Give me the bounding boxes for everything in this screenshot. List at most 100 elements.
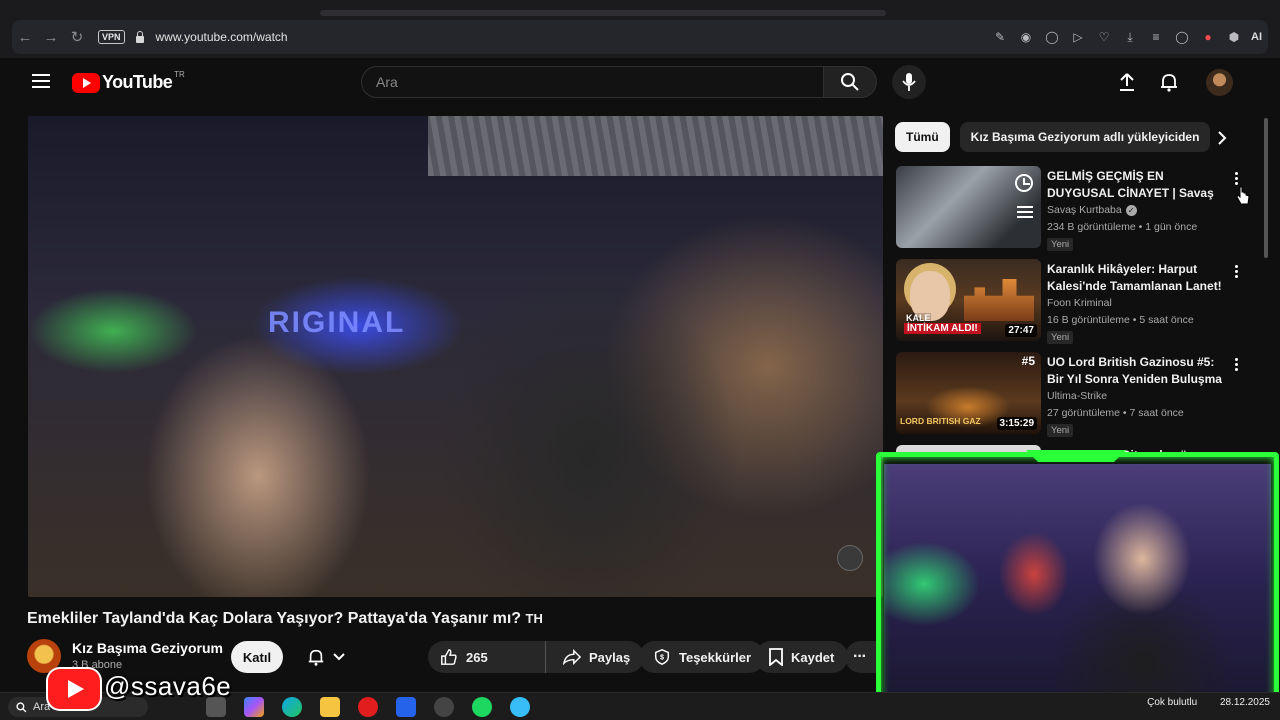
watch-later-icon[interactable] — [1015, 174, 1033, 192]
ai-button[interactable]: AI — [1251, 31, 1262, 43]
thanks-label: Teşekkürler — [679, 649, 752, 665]
folder-icon[interactable] — [320, 697, 340, 717]
recommendation-item[interactable]: KALE İNTİKAM ALDI! 27:47 Karanlık Hikâye… — [896, 259, 1256, 345]
recommendation-title[interactable]: GELMİŞ GEÇMİŞ EN DUYGUSAL CİNAYET | Sava… — [1047, 168, 1225, 202]
copilot-icon[interactable] — [244, 697, 264, 717]
save-button[interactable]: Kaydet — [755, 641, 849, 673]
recommendation-channel[interactable]: Ultima-Strike — [1047, 390, 1107, 402]
upload-button[interactable] — [1115, 70, 1139, 94]
thumbnail-text: KALE — [906, 313, 931, 323]
recommendation-title[interactable]: Karanlık Hikâyeler: Harput Kalesi'nde Ta… — [1047, 261, 1225, 295]
video-thumbnail[interactable]: #5 LORD BRITISH GAZ 3:15:29 — [896, 352, 1041, 434]
chips-next-button[interactable] — [1210, 126, 1234, 150]
chip-from-uploader[interactable]: Kız Başıma Geziyorum adlı yükleyiciden — [959, 122, 1211, 152]
filter-chips: Tümü Kız Başıma Geziyorum adlı yükleyici… — [895, 122, 1211, 152]
search-button[interactable] — [823, 66, 877, 98]
bell-icon — [308, 649, 324, 666]
address-bar[interactable]: ← → ↻ VPN www.youtube.com/watch ✎ ◉ ◯ ▷ … — [12, 20, 1268, 54]
share-button[interactable]: Paylaş — [549, 641, 645, 673]
more-options-icon[interactable] — [1229, 354, 1243, 374]
video-title: Emekliler Tayland'da Kaç Dolara Yaşıyor?… — [27, 610, 543, 628]
video-thumbnail[interactable]: KALE İNTİKAM ALDI! 27:47 — [896, 259, 1041, 341]
upload-icon — [1120, 73, 1134, 91]
voice-search-button[interactable] — [892, 65, 926, 99]
channel-name[interactable]: Kız Başıma Geziyorum — [72, 640, 223, 656]
recommendation-meta: 16 B görüntüleme • 5 saat önce — [1047, 314, 1194, 326]
edit-icon[interactable]: ✎ — [991, 28, 1009, 46]
search-bar[interactable] — [361, 66, 824, 98]
thumbnail-text: İNTİKAM ALDI! — [904, 323, 981, 334]
openai-icon[interactable] — [434, 697, 454, 717]
thumbnail-castle — [964, 279, 1034, 321]
profile-icon[interactable]: ◯ — [1173, 28, 1191, 46]
edge-icon[interactable] — [282, 697, 302, 717]
new-badge: Yeni — [1047, 424, 1074, 437]
youtube-play-icon — [72, 72, 100, 93]
network-app-icon[interactable] — [510, 697, 530, 717]
like-button[interactable]: 265 — [428, 641, 547, 673]
webcam-frame — [876, 452, 1279, 709]
duration-badge: 3:15:29 — [996, 417, 1037, 430]
add-to-queue-icon[interactable] — [1017, 206, 1033, 218]
recommendation-channel[interactable]: Foon Kriminal — [1047, 297, 1112, 309]
lock-icon[interactable] — [135, 31, 145, 43]
cube-icon[interactable]: ⬢ — [1225, 28, 1243, 46]
new-badge: Yeni — [1047, 331, 1074, 344]
video-thumbnail[interactable] — [896, 166, 1041, 248]
shield-icon[interactable]: ◯ — [1043, 28, 1061, 46]
account-avatar[interactable] — [1206, 69, 1233, 96]
spotify-icon[interactable] — [472, 697, 492, 717]
hamburger-menu-icon[interactable] — [32, 74, 50, 88]
camera-icon[interactable]: ◉ — [1017, 28, 1035, 46]
page-scrollbar[interactable] — [1264, 118, 1268, 258]
mail-icon[interactable] — [396, 697, 416, 717]
subscribe-notifications-button[interactable] — [293, 641, 359, 673]
more-actions-button[interactable]: ··· — [845, 641, 877, 673]
recommendation-meta: 27 görüntüleme • 7 saat önce — [1047, 407, 1184, 419]
webcam-frame-tab — [1026, 450, 1126, 462]
more-options-icon[interactable] — [1229, 168, 1243, 188]
channel-label: Savaş Kurtbaba — [1047, 204, 1122, 216]
search-icon — [16, 701, 27, 712]
search-input[interactable] — [376, 74, 823, 90]
thanks-button[interactable]: $ Teşekkürler — [639, 641, 766, 673]
recommendation-channel[interactable]: Savaş Kurtbaba ✓ — [1047, 204, 1137, 216]
vpn-badge[interactable]: VPN — [98, 30, 125, 44]
youtube-logo[interactable]: YouTube TR — [72, 70, 185, 93]
scene-roof — [428, 116, 883, 176]
video-title-text: Emekliler Tayland'da Kaç Dolara Yaşıyor?… — [27, 610, 522, 627]
heart-icon[interactable]: ♡ — [1095, 28, 1113, 46]
join-button[interactable]: Katıl — [231, 641, 283, 673]
recommendation-item[interactable]: GELMİŞ GEÇMİŞ EN DUYGUSAL CİNAYET | Sava… — [896, 166, 1256, 252]
back-icon[interactable]: ← — [12, 24, 38, 50]
notifications-button[interactable] — [1157, 70, 1181, 94]
reload-icon[interactable]: ↻ — [64, 24, 90, 50]
youtube-header: YouTube TR — [0, 58, 1280, 106]
menu-lines-icon[interactable]: ≡ — [1147, 28, 1165, 46]
recommendation-title[interactable]: UO Lord British Gazinosu #5: Bir Yıl Son… — [1047, 354, 1225, 388]
video-title-suffix: TH — [525, 611, 543, 626]
save-label: Kaydet — [791, 649, 835, 665]
forward-icon[interactable]: → — [38, 24, 64, 50]
chip-all[interactable]: Tümü — [895, 122, 950, 152]
play-icon[interactable]: ▷ — [1069, 28, 1087, 46]
channel-avatar[interactable] — [27, 639, 61, 673]
thumbnail-text: #5 — [1021, 354, 1035, 368]
taskbar-search-label: Ara — [33, 701, 51, 713]
bookmark-icon — [769, 648, 783, 666]
adblock-icon[interactable]: ● — [1199, 28, 1217, 46]
video-player[interactable]: RIGINAL — [28, 116, 883, 597]
share-label: Paylaş — [589, 649, 631, 665]
clock-area[interactable]: Çok bulutlu 28.12.2025 — [1147, 697, 1270, 708]
opera-icon[interactable] — [358, 697, 378, 717]
recommendation-item[interactable]: #5 LORD BRITISH GAZ 3:15:29 UO Lord Brit… — [896, 352, 1256, 438]
tab-strip[interactable] — [320, 10, 886, 16]
svg-text:$: $ — [660, 653, 664, 662]
channel-watermark-icon[interactable] — [837, 545, 863, 571]
url-text[interactable]: www.youtube.com/watch — [156, 30, 288, 44]
share-icon — [563, 649, 581, 665]
more-options-icon[interactable] — [1229, 261, 1243, 281]
thumbnail-text: LORD BRITISH GAZ — [900, 416, 981, 426]
browser-toolbar: ← → ↻ VPN www.youtube.com/watch ✎ ◉ ◯ ▷ … — [0, 0, 1280, 58]
download-icon[interactable]: ⤓ — [1121, 28, 1139, 46]
